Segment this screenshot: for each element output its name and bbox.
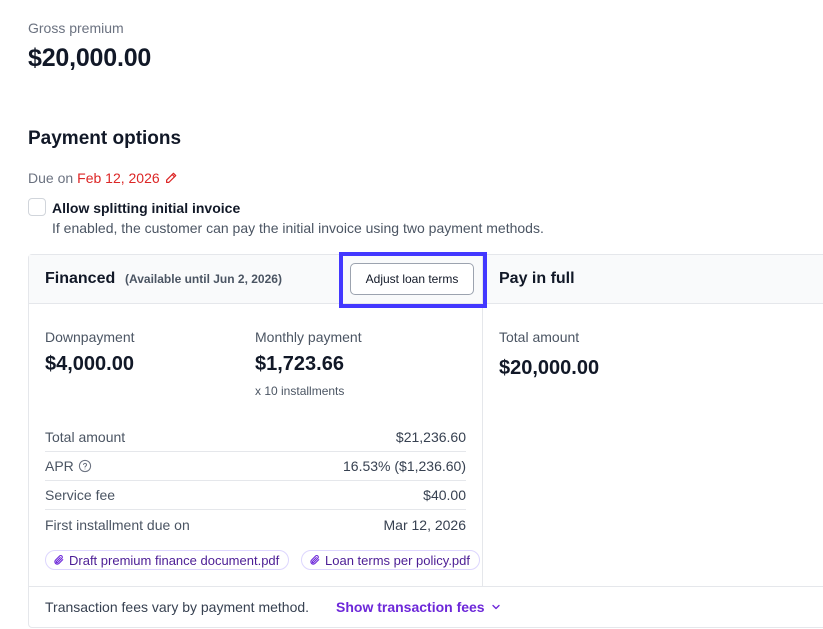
gross-premium-value: $20,000.00 [28,44,152,72]
pencil-icon[interactable] [164,171,178,185]
financed-title: Financed [45,270,116,287]
service-fee-row: Service fee $40.00 [45,481,466,510]
show-transaction-fees-link[interactable]: Show transaction fees [336,599,501,615]
due-date[interactable]: Feb 12, 2026 [77,170,160,186]
row-value: Mar 12, 2026 [383,516,467,533]
installments-count: x 10 installments [255,384,345,398]
due-prefix: Due on [28,170,74,186]
first-installment-row: First installment due on Mar 12, 2026 [45,510,466,539]
document-chip-draft-premium-finance[interactable]: Draft premium finance document.pdf [45,550,290,570]
gross-premium-label: Gross premium [28,20,124,36]
apr-row: APR 16.53% ($1,236.60) [45,452,466,481]
row-label: Service fee [45,487,116,503]
footer-divider [29,586,823,587]
financed-availability: (Available until Jun 2, 2026) [125,272,282,286]
document-name: Loan terms per policy.pdf [325,552,470,568]
row-label: Total amount [45,429,126,445]
row-label-wrap: APR [45,458,92,474]
split-invoice-title: Allow splitting initial invoice [52,200,241,216]
adjust-loan-terms-button[interactable]: Adjust loan terms [350,263,474,295]
row-value: $40.00 [423,487,466,503]
row-label: APR [45,458,74,474]
chevron-down-icon [491,604,500,610]
monthly-payment-value: $1,723.66 [255,353,344,375]
question-circle-icon[interactable] [78,459,92,473]
downpayment-label: Downpayment [45,329,135,345]
split-invoice-description: If enabled, the customer can pay the ini… [52,220,544,236]
total-amount-row: Total amount $21,236.60 [45,423,466,452]
downpayment-value: $4,000.00 [45,353,134,375]
paperclip-icon [54,555,64,565]
pay-in-full-title: Pay in full [499,270,575,287]
pay-in-full-total-label: Total amount [499,329,580,345]
transaction-fees-note: Transaction fees vary by payment method. [45,599,310,615]
paperclip-icon [310,555,320,565]
document-name: Draft premium finance document.pdf [69,552,280,568]
pay-in-full-total-value: $20,000.00 [499,357,600,379]
row-label: First installment due on [45,516,190,533]
row-value: $21,236.60 [395,429,466,445]
payment-options-title: Payment options [28,128,182,149]
split-invoice-checkbox[interactable] [28,198,46,216]
document-chip-loan-terms[interactable]: Loan terms per policy.pdf [301,550,480,570]
row-value: 16.53% ($1,236.60) [343,458,466,474]
due-date-row: Due on Feb 12, 2026 [28,170,178,186]
link-label: Show transaction fees [336,599,485,615]
monthly-payment-label: Monthly payment [255,329,362,345]
